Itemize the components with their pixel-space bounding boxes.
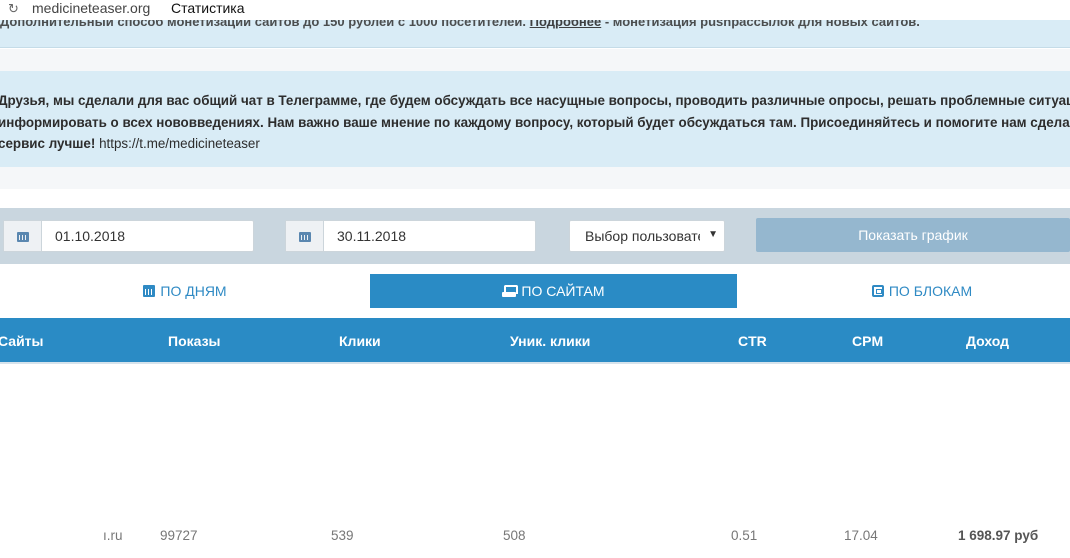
- notice-banner-top: Дополнительный способ монетизации сайтов…: [0, 20, 1070, 48]
- tab-by-sites[interactable]: ПО САЙТАМ: [370, 274, 737, 308]
- spacer: [0, 49, 1070, 71]
- date-from-value[interactable]: 01.10.2018: [55, 228, 125, 244]
- tab-by-sites-label: ПО САЙТАМ: [521, 283, 605, 299]
- cell-unique-clicks: 508: [503, 528, 526, 543]
- reload-icon[interactable]: ↻: [8, 1, 19, 17]
- date-to-field[interactable]: 30.11.2018: [285, 220, 536, 252]
- cell-cpm: 17.04: [844, 528, 878, 543]
- cell-income: 1 698.97 руб: [958, 528, 1039, 543]
- table-header: Сайты Показы Клики Уник. клики CTR CPM Д…: [0, 318, 1070, 364]
- dropdown-caret-icon: ▼: [708, 229, 718, 240]
- browser-address-bar: ↻ medicineteaser.org Статистика: [0, 0, 1070, 20]
- tab-by-days[interactable]: ПО ДНЯМ: [0, 274, 370, 308]
- date-to-value[interactable]: 30.11.2018: [337, 228, 406, 244]
- cell-shows: 99727: [160, 528, 198, 543]
- cell-site[interactable]: ı.ru: [103, 528, 123, 543]
- date-to-calendar-button[interactable]: [286, 221, 324, 251]
- calendar-icon: [298, 230, 311, 242]
- spacer: [0, 167, 1070, 189]
- telegram-link[interactable]: https://t.me/medicineteaser: [99, 136, 260, 151]
- hdd-icon: [502, 285, 519, 297]
- page-title: Статистика: [171, 0, 245, 16]
- column-header-sites[interactable]: Сайты: [0, 333, 44, 349]
- column-header-clicks[interactable]: Клики: [339, 333, 381, 349]
- cell-clicks: 539: [331, 528, 354, 543]
- table-row: ı.ru 99727 539 508 0.51 17.04 1 698.97 р…: [0, 522, 1070, 552]
- column-header-income[interactable]: Доход: [966, 333, 1009, 349]
- browser-url[interactable]: medicineteaser.org: [32, 0, 150, 16]
- notice-top-text-after: - монетизация pushрассылок для новых сай…: [604, 20, 920, 29]
- stats-tabs: ПО ДНЯМ ПО САЙТАМ ПО БЛОКАМ: [0, 264, 1070, 318]
- telegram-notice: Друзья, мы сделали для вас общий чат в Т…: [0, 71, 1070, 167]
- block-icon: [871, 285, 884, 297]
- show-chart-button[interactable]: Показать график: [756, 218, 1070, 252]
- calendar-icon: [16, 230, 29, 242]
- notice-top-text: Дополнительный способ монетизации сайтов…: [0, 20, 920, 29]
- date-from-field[interactable]: 01.10.2018: [3, 220, 254, 252]
- user-select-value: Выбор пользователя: [585, 228, 700, 244]
- calendar-icon: [143, 285, 156, 297]
- user-select[interactable]: Выбор пользователя ▼: [569, 220, 725, 252]
- column-header-cpm[interactable]: CPM: [852, 333, 883, 349]
- tab-by-days-label: ПО ДНЯМ: [160, 283, 227, 299]
- cell-ctr: 0.51: [731, 528, 758, 543]
- telegram-notice-text: Друзья, мы сделали для вас общий чат в Т…: [0, 90, 1070, 155]
- date-from-calendar-button[interactable]: [4, 221, 42, 251]
- tab-by-blocks[interactable]: ПО БЛОКАМ: [737, 274, 1070, 308]
- tab-by-blocks-label: ПО БЛОКАМ: [888, 283, 973, 299]
- column-header-shows[interactable]: Показы: [168, 333, 221, 349]
- filter-bar: 01.10.2018 30.11.2018 Выбор пользователя…: [0, 208, 1070, 264]
- column-header-ctr[interactable]: CTR: [738, 333, 767, 349]
- notice-top-text-before: Дополнительный способ монетизации сайтов…: [0, 20, 527, 29]
- notice-top-link[interactable]: Подробнее: [530, 20, 602, 29]
- column-header-unique-clicks[interactable]: Уник. клики: [510, 333, 590, 349]
